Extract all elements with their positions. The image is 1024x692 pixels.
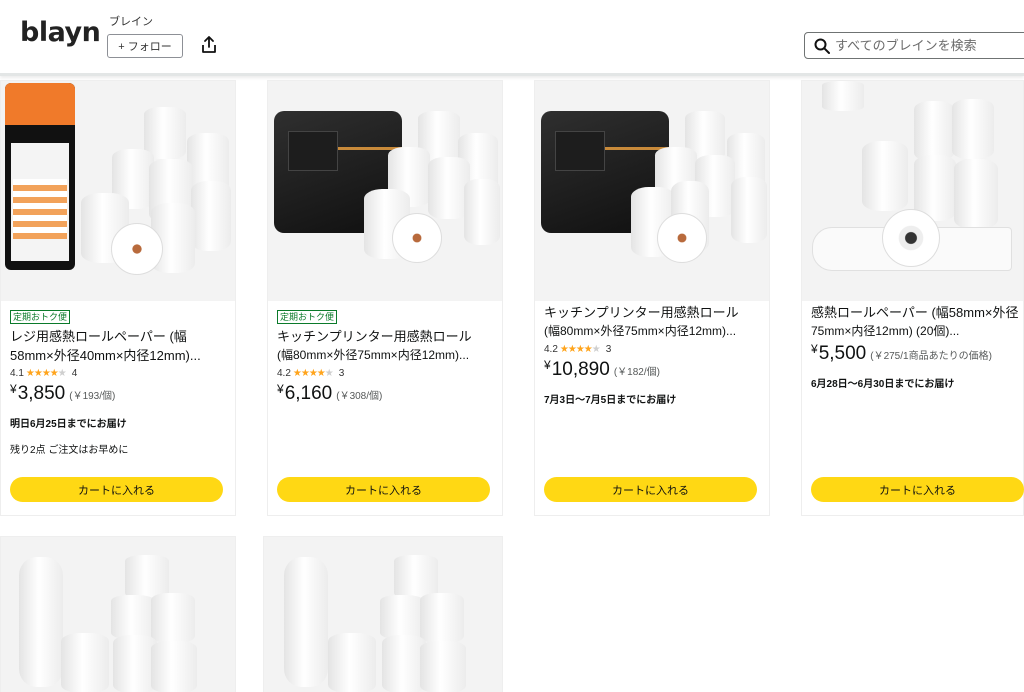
add-to-cart-button[interactable]: カートに入れる (10, 477, 223, 502)
product-title[interactable]: レジ用感熱ロールペーパー (幅 58mm×外径40mm×内径12mm)... (10, 327, 226, 365)
star-rating-icon: ★★★★★ (292, 368, 334, 379)
product-image[interactable] (264, 537, 502, 692)
product-card[interactable]: 感熱ロールペーパー (幅58mm×外径 75mm×内径12mm) (20個)..… (801, 80, 1024, 516)
product-image[interactable] (535, 81, 769, 301)
product-rating[interactable]: 4.1 ★★★★★ 4 (10, 368, 226, 379)
unit-price: (￥275/1商品あたりの価格) (870, 351, 992, 362)
product-title-line[interactable]: レジ用感熱ロールペーパー (幅 (10, 327, 226, 346)
product-price: ¥ 5,500 (￥275/1商品あたりの価格) (811, 342, 1024, 365)
price-amount: 3,850 (17, 383, 66, 404)
product-title-line[interactable]: キッチンプリンター用感熱ロール (544, 303, 760, 322)
currency-symbol: ¥ (811, 342, 818, 356)
brand-logo[interactable]: blayn (20, 17, 101, 48)
product-card[interactable]: キッチンプリンター用感熱ロール (幅80mm×外径75mm×内径12mm)...… (534, 80, 770, 516)
add-to-cart-button[interactable]: カートに入れる (811, 477, 1024, 502)
store-header: blayn ブレイン + フォロー (0, 0, 1024, 76)
product-image[interactable] (1, 537, 235, 692)
product-rating[interactable]: 4.2 ★★★★★ 3 (544, 344, 760, 355)
price-amount: 5,500 (818, 343, 867, 364)
search-icon[interactable] (814, 38, 830, 54)
rating-value: 4.1 (10, 368, 24, 379)
product-details: 定期おトク便 キッチンプリンター用感熱ロール (幅80mm×外径75mm×内径1… (277, 307, 493, 405)
product-title-line[interactable]: 75mm×内径12mm) (20個)... (811, 322, 1024, 341)
subscribe-save-badge: 定期おトク便 (277, 310, 338, 324)
delivery-date: 6月28日～6月30日までにお届け (811, 379, 955, 390)
product-title-line[interactable]: キッチンプリンター用感熱ロール (277, 327, 493, 346)
follow-button[interactable]: + フォロー (107, 34, 183, 58)
stock-notice: 残り2点 ご注文はお早めに (10, 445, 129, 456)
product-details: 感熱ロールペーパー (幅58mm×外径 75mm×内径12mm) (20個)..… (811, 303, 1024, 390)
product-details: キッチンプリンター用感熱ロール (幅80mm×外径75mm×内径12mm)...… (544, 303, 760, 406)
product-price: ¥ 6,160 (￥308/個) (277, 382, 493, 405)
product-card[interactable] (0, 536, 236, 692)
product-title[interactable]: キッチンプリンター用感熱ロール (幅80mm×外径75mm×内径12mm)... (277, 327, 493, 365)
store-search-box (804, 32, 1024, 59)
store-search-input[interactable] (835, 36, 1024, 55)
star-rating-icon: ★★★★★ (559, 344, 601, 355)
unit-price: (￥182/個) (613, 367, 660, 378)
rating-value: 4.2 (544, 344, 558, 355)
delivery-date: 7月3日～7月5日までにお届け (544, 395, 677, 406)
star-rating-icon: ★★★★★ (25, 368, 67, 379)
product-price: ¥ 3,850 (￥193/個) (10, 382, 226, 405)
product-price: ¥ 10,890 (￥182/個) (544, 358, 760, 381)
currency-symbol: ¥ (277, 382, 284, 396)
product-title-line[interactable]: (幅80mm×外径75mm×内径12mm)... (544, 322, 760, 341)
brand-name-label: ブレイン (109, 16, 153, 28)
add-to-cart-button[interactable]: カートに入れる (277, 477, 490, 502)
product-details: 定期おトク便 レジ用感熱ロールペーパー (幅 58mm×外径40mm×内径12m… (10, 307, 226, 456)
subscribe-save-badge: 定期おトク便 (10, 310, 71, 324)
product-card[interactable]: 定期おトク便 キッチンプリンター用感熱ロール (幅80mm×外径75mm×内径1… (267, 80, 503, 516)
currency-symbol: ¥ (10, 382, 17, 396)
review-count[interactable]: 3 (339, 368, 345, 379)
product-title-line[interactable]: 感熱ロールペーパー (幅58mm×外径 (811, 303, 1024, 322)
product-image[interactable] (1, 81, 235, 301)
pos-terminal-graphic (5, 83, 75, 270)
product-title-line[interactable]: 58mm×外径40mm×内径12mm)... (10, 346, 226, 365)
rating-value: 4.2 (277, 368, 291, 379)
unit-price: (￥308/個) (336, 391, 383, 402)
price-amount: 10,890 (551, 359, 610, 380)
price-amount: 6,160 (284, 383, 333, 404)
product-image[interactable] (268, 81, 502, 301)
currency-symbol: ¥ (544, 358, 551, 372)
review-count[interactable]: 3 (606, 344, 612, 355)
product-card[interactable]: 定期おトク便 レジ用感熱ロールペーパー (幅 58mm×外径40mm×内径12m… (0, 80, 236, 516)
product-image[interactable] (802, 81, 1023, 301)
product-card[interactable] (263, 536, 503, 692)
add-to-cart-button[interactable]: カートに入れる (544, 477, 757, 502)
review-count[interactable]: 4 (72, 368, 78, 379)
product-rating[interactable]: 4.2 ★★★★★ 3 (277, 368, 493, 379)
unit-price: (￥193/個) (69, 391, 116, 402)
product-title[interactable]: キッチンプリンター用感熱ロール (幅80mm×外径75mm×内径12mm)... (544, 303, 760, 341)
product-title-line[interactable]: (幅80mm×外径75mm×内径12mm)... (277, 346, 493, 365)
share-icon[interactable] (201, 36, 217, 54)
delivery-date: 明日6月25日までにお届け (10, 419, 127, 430)
product-title[interactable]: 感熱ロールペーパー (幅58mm×外径 75mm×内径12mm) (20個)..… (811, 303, 1024, 341)
